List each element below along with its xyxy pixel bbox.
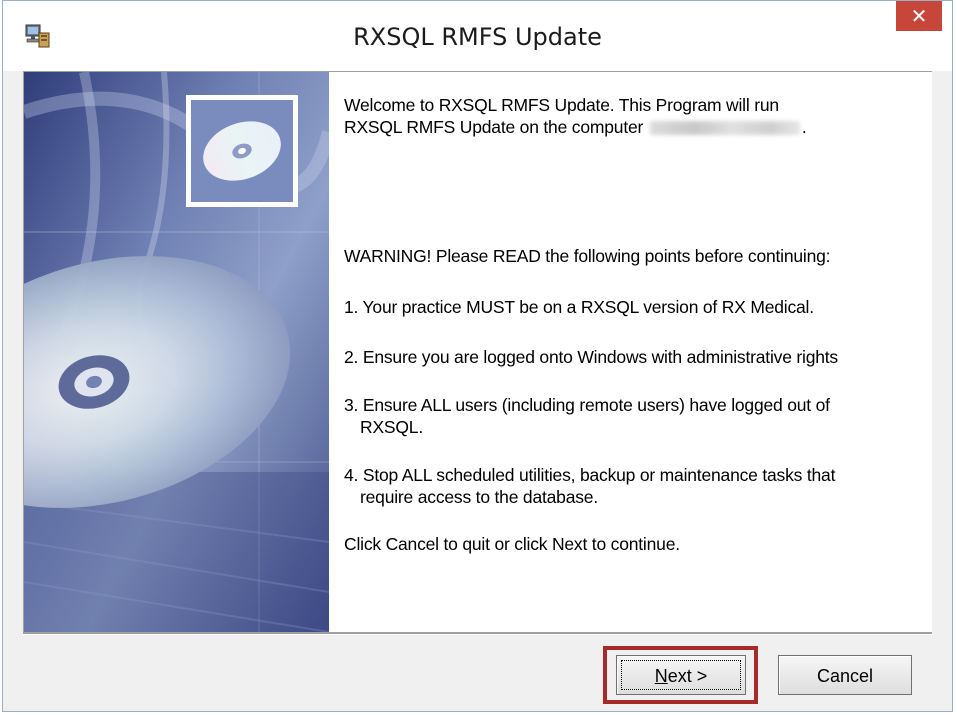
close-button[interactable]: ✕ [896,1,942,31]
welcome-line-2: RXSQL RMFS Update on the computer [344,117,644,137]
title-bar[interactable]: RXSQL RMFS Update ✕ [3,1,952,71]
footer-divider [23,633,932,635]
welcome-message: Welcome to RXSQL RMFS Update. This Progr… [344,94,924,138]
cancel-button[interactable]: Cancel [778,655,912,695]
next-button[interactable]: Next > [616,655,746,695]
redacted-computer-name [649,121,800,136]
point-4: 4. Stop ALL scheduled utilities, backup … [344,464,835,508]
point-4-line-1: 4. Stop ALL scheduled utilities, backup … [344,465,836,485]
focus-rectangle [621,660,741,690]
welcome-line-2-end: . [801,117,807,137]
warning-heading: WARNING! Please READ the following point… [344,246,831,266]
point-1: 1. Your practice MUST be on a RXSQL vers… [344,297,814,317]
point-3-line-1: 3. Ensure ALL users (including remote us… [344,395,830,415]
instructions-text: Welcome to RXSQL RMFS Update. This Progr… [344,94,924,554]
closing-instruction: Click Cancel to quit or click Next to co… [344,534,680,554]
dialog-content: Welcome to RXSQL RMFS Update. This Progr… [23,71,932,633]
point-3-line-2: RXSQL. [360,417,423,437]
welcome-line-1: Welcome to RXSQL RMFS Update. This Progr… [344,95,779,115]
point-4-line-2: require access to the database. [360,487,598,507]
point-3: 3. Ensure ALL users (including remote us… [344,394,830,438]
side-banner-image [24,72,329,632]
installer-dialog: RXSQL RMFS Update ✕ Welcome to RXSQL RMF… [2,0,953,712]
window-title: RXSQL RMFS Update [353,23,602,51]
point-2: 2. Ensure you are logged onto Windows wi… [344,347,838,367]
